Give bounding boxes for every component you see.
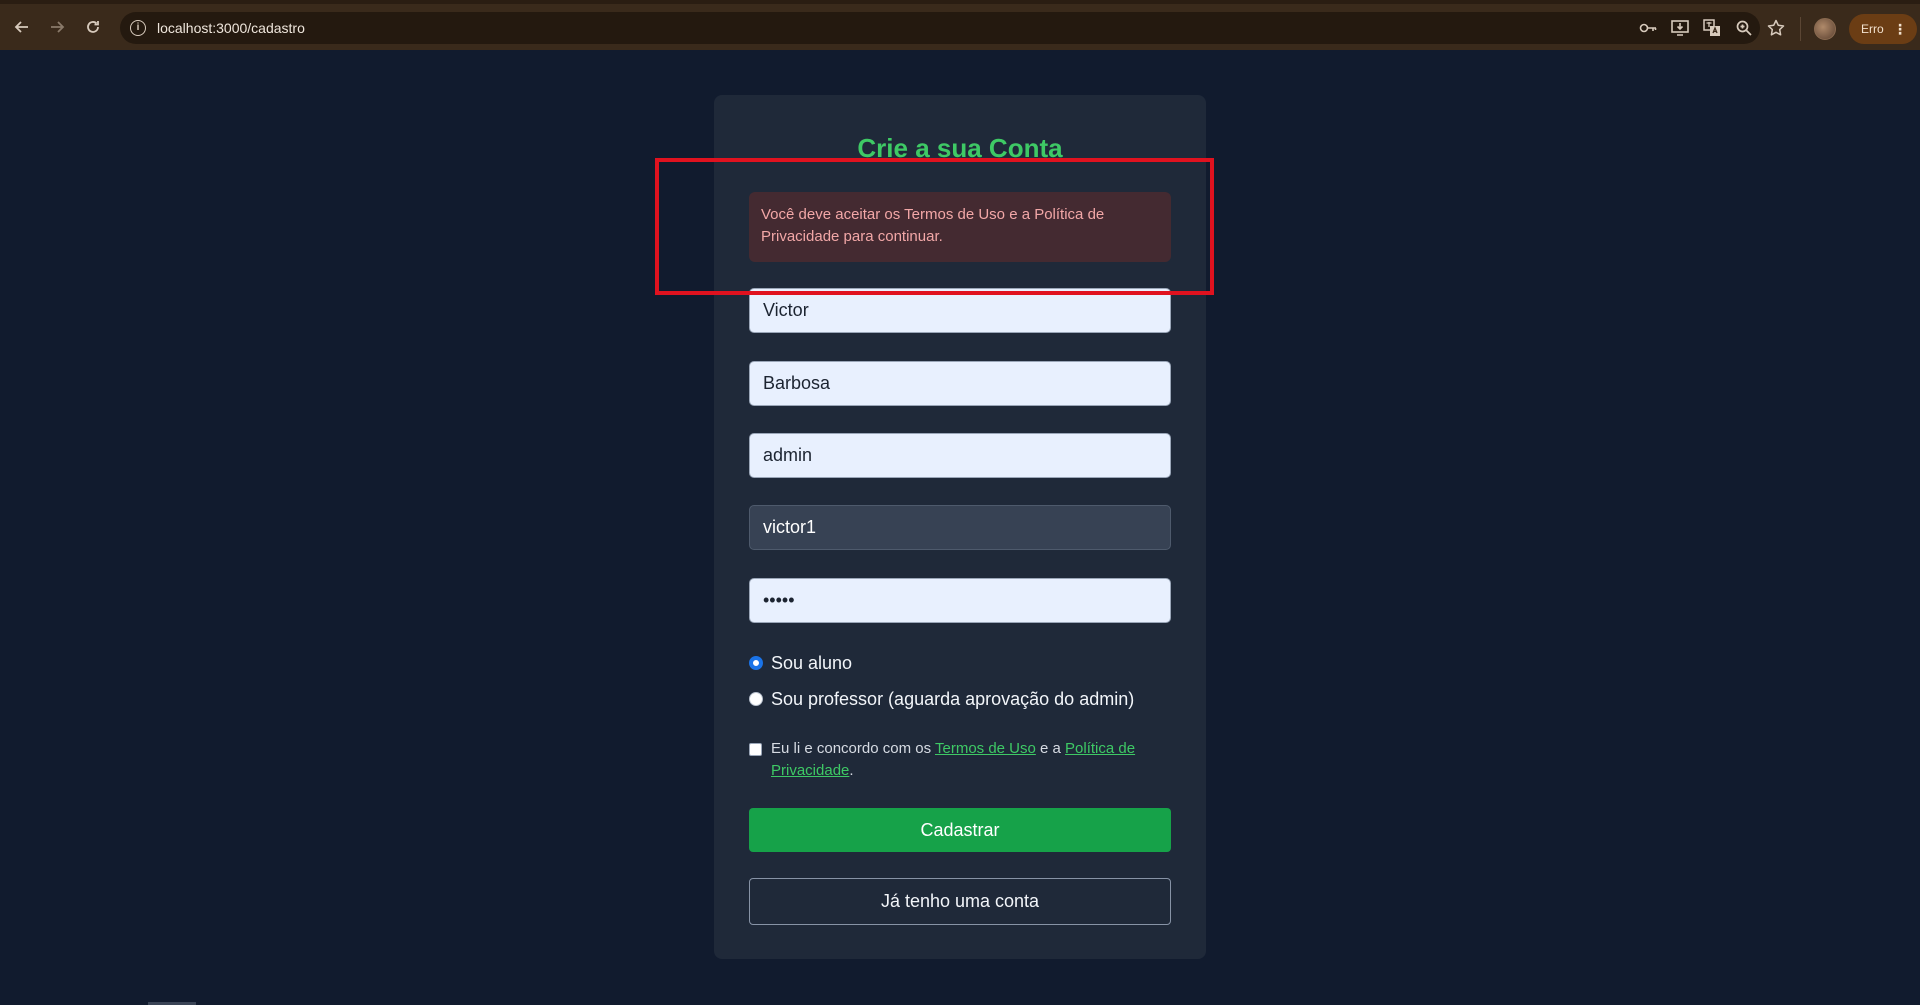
- student-radio-label: Sou aluno: [771, 653, 853, 673]
- last-name-input[interactable]: [749, 361, 1171, 406]
- terms-text: Eu li e concordo com os Termos de Uso e …: [771, 738, 1169, 782]
- menu-dots-icon[interactable]: ⋮: [1893, 14, 1907, 44]
- reload-icon[interactable]: [80, 14, 106, 40]
- terms-checkbox[interactable]: [749, 743, 762, 756]
- register-button[interactable]: Cadastrar: [749, 808, 1171, 852]
- teacher-radio[interactable]: [749, 692, 763, 706]
- site-info-icon[interactable]: i: [130, 20, 146, 36]
- address-bar[interactable]: i localhost:3000/cadastro: [120, 12, 1760, 44]
- username-input[interactable]: [749, 433, 1171, 478]
- browser-toolbar: i localhost:3000/cadastro Erro ⋮: [0, 0, 1920, 50]
- profile-error-button[interactable]: Erro ⋮: [1849, 14, 1917, 44]
- back-icon[interactable]: [9, 14, 35, 40]
- error-highlight-box: [655, 158, 1214, 295]
- forward-icon[interactable]: [44, 14, 70, 40]
- address-url[interactable]: localhost:3000/cadastro: [157, 20, 305, 36]
- zoom-icon[interactable]: [1734, 18, 1754, 38]
- student-radio[interactable]: [749, 656, 763, 670]
- terms-consent: Eu li e concordo com os Termos de Uso e …: [749, 738, 1169, 782]
- bookmark-star-icon[interactable]: [1766, 18, 1786, 38]
- password-input[interactable]: [749, 578, 1171, 623]
- role-option-teacher[interactable]: Sou professor (aguarda aprovação do admi…: [749, 688, 1169, 712]
- avatar[interactable]: [1814, 18, 1836, 40]
- password-key-icon[interactable]: [1638, 18, 1658, 38]
- terms-suffix: .: [849, 762, 854, 779]
- terms-middle: e a: [1035, 740, 1066, 757]
- role-option-student[interactable]: Sou aluno: [749, 652, 1169, 676]
- teacher-radio-label: Sou professor (aguarda aprovação do admi…: [771, 689, 1135, 709]
- install-app-icon[interactable]: [1670, 18, 1690, 38]
- terms-of-use-link[interactable]: Termos de Uso: [935, 740, 1036, 757]
- terms-prefix: Eu li e concordo com os: [771, 740, 935, 757]
- translate-icon[interactable]: [1702, 18, 1722, 38]
- have-account-button[interactable]: Já tenho uma conta: [749, 878, 1171, 925]
- email-input[interactable]: [749, 505, 1171, 550]
- toolbar-divider: [1800, 17, 1801, 41]
- profile-error-label: Erro: [1861, 22, 1884, 36]
